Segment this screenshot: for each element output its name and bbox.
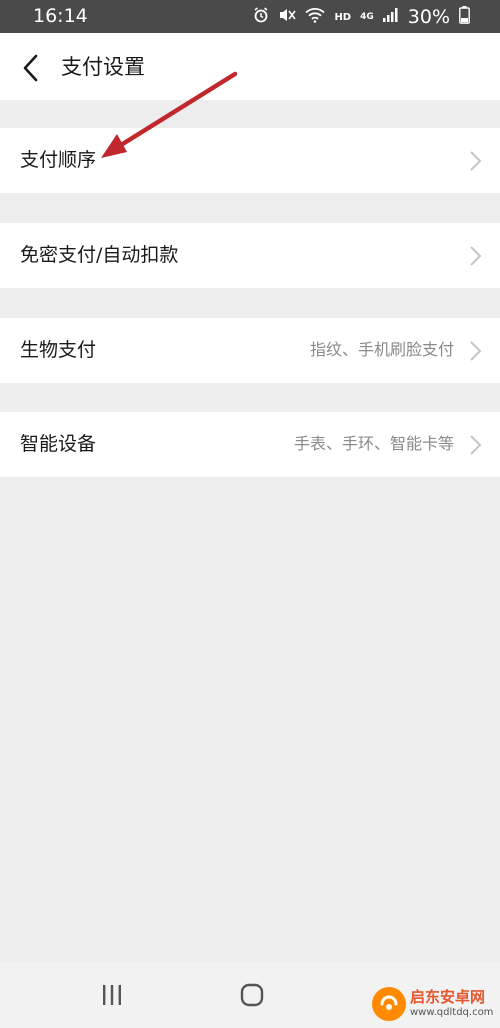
setting-label: 生物支付 [20,339,97,361]
setting-payment-order[interactable]: 支付顺序 [0,128,500,193]
chevron-right-icon [470,435,482,455]
setting-label: 免密支付/自动扣款 [20,244,179,266]
setting-smart-devices[interactable]: 智能设备 手表、手环、智能卡等 [0,412,500,477]
setting-biometric-payment[interactable]: 生物支付 指纹、手机刷脸支付 [0,318,500,383]
status-bar: 16:14 HD 4G 30% [0,0,500,33]
battery-icon [459,6,470,28]
hd-indicator: HD [334,11,352,23]
page-title: 支付设置 [61,55,145,79]
alarm-icon [253,7,269,27]
chevron-right-icon [470,151,482,171]
chevron-left-icon [23,54,38,82]
home-button[interactable] [240,983,264,1007]
back-button[interactable] [14,51,48,85]
chevron-right-icon [470,341,482,361]
mute-icon [278,7,297,27]
setting-detail: 手表、手环、智能卡等 [293,434,454,453]
setting-label: 智能设备 [20,433,97,455]
setting-password-free-payment[interactable]: 免密支付/自动扣款 [0,223,500,288]
chevron-right-icon [470,246,482,266]
watermark: 启东安卓网 www.qdltdq.com [372,982,494,1026]
signal-icon [382,8,399,26]
recent-apps-button[interactable] [100,984,124,1006]
network-gen-indicator: 4G [360,11,374,22]
watermark-url: www.qdltdq.com [410,1007,494,1018]
setting-detail: 指纹、手机刷脸支付 [309,340,454,359]
battery-percent: 30% [407,6,450,28]
setting-label: 支付顺序 [20,149,97,171]
watermark-logo-icon [372,987,406,1021]
wifi-icon [305,7,326,27]
watermark-text: 启东安卓网 www.qdltdq.com [410,988,493,1020]
status-icons: HD 4G 30% [253,6,470,28]
watermark-title: 启东安卓网 [410,988,486,1006]
header: 支付设置 [0,33,500,100]
status-time: 16:14 [33,5,88,27]
